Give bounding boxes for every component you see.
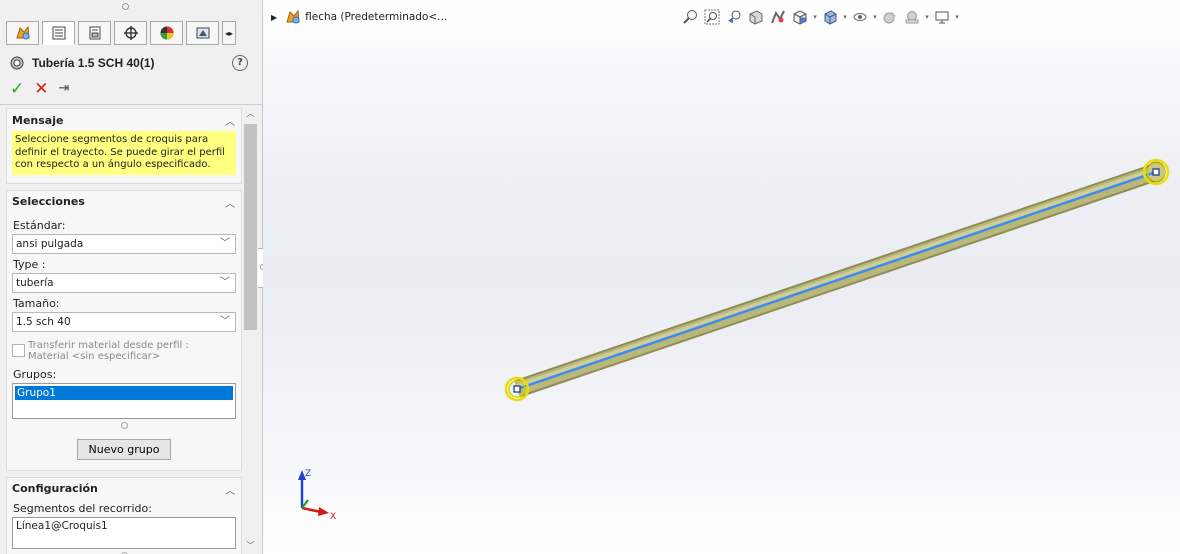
- end-endpoint-marker[interactable]: [1142, 158, 1170, 186]
- collapse-icon[interactable]: ︿: [225, 113, 235, 128]
- start-endpoint-marker[interactable]: [504, 376, 530, 402]
- selecciones-group: Selecciones ︿ Estándar: ansi pulgada ﹀ T…: [6, 189, 242, 471]
- property-manager-actions: ✓ ✕ ⇥: [10, 80, 69, 98]
- scrollbar-thumb[interactable]: [244, 124, 257, 330]
- transfer-material-label: Transferir material desde perfil :: [28, 339, 189, 351]
- property-manager-icon: [52, 26, 65, 40]
- cancel-button[interactable]: ✕: [34, 80, 48, 98]
- configuration-manager-icon: [89, 26, 100, 40]
- path-sketch-line[interactable]: [516, 170, 1157, 391]
- dimxpert-icon: [123, 26, 138, 40]
- pipe-feature-icon: [10, 56, 24, 70]
- resize-handle[interactable]: [120, 421, 128, 429]
- tamano-select[interactable]: 1.5 sch 40 ﹀: [12, 311, 236, 332]
- panel-grip-handle[interactable]: [122, 3, 129, 10]
- selecciones-heading[interactable]: Selecciones: [7, 191, 241, 213]
- property-groups-scroll-area: Mensaje ︿ Seleccione segmentos de croqui…: [6, 108, 242, 554]
- tab-configuration-manager[interactable]: [78, 21, 111, 45]
- cam-icon: [196, 27, 209, 39]
- material-label: Material <sin especificar>: [28, 350, 161, 362]
- estandar-value: ansi pulgada: [16, 237, 84, 250]
- tab-dimxpert[interactable]: [114, 21, 147, 45]
- transfer-material-checkbox-row: Transferir material desde perfil : Mater…: [12, 340, 236, 362]
- segmentos-value: Línea1@Croquis1: [16, 519, 108, 532]
- divider: [0, 104, 262, 105]
- manager-tabs: ◂▸: [6, 21, 236, 47]
- scroll-down-icon[interactable]: ﹀: [243, 540, 258, 554]
- estandar-select[interactable]: ansi pulgada ﹀: [12, 233, 236, 254]
- ok-button[interactable]: ✓: [10, 80, 24, 98]
- feature-manager-icon: [15, 25, 30, 40]
- segmentos-selection-box[interactable]: Línea1@Croquis1: [12, 516, 236, 549]
- configuracion-group: Configuración ︿ Segmentos del recorrido:…: [6, 476, 242, 554]
- x-axis-label: X: [330, 512, 336, 522]
- chevron-down-icon: ﹀: [220, 237, 230, 249]
- mensaje-heading[interactable]: Mensaje: [7, 109, 241, 131]
- page-title: Tubería 1.5 SCH 40(1): [32, 56, 155, 70]
- display-manager-icon: [160, 26, 173, 40]
- mensaje-group: Mensaje ︿ Seleccione segmentos de croqui…: [6, 108, 242, 184]
- collapse-icon[interactable]: ︿: [225, 195, 235, 210]
- type-select[interactable]: tubería ﹀: [12, 272, 236, 293]
- transfer-material-checkbox[interactable]: [12, 343, 25, 357]
- nuevo-grupo-button[interactable]: Nuevo grupo: [77, 438, 171, 460]
- model-scene: [504, 158, 1170, 402]
- tabs-scroll-button[interactable]: ◂▸: [222, 21, 236, 45]
- grupos-list[interactable]: Grupo1: [12, 382, 236, 419]
- scroll-up-icon[interactable]: ︿: [243, 108, 258, 122]
- segmentos-label: Segmentos del recorrido:: [13, 501, 152, 515]
- tab-display-manager[interactable]: [150, 21, 183, 45]
- tab-feature-manager[interactable]: [6, 21, 39, 45]
- graphics-area[interactable]: ▶ flecha (Predeterminado<... ▾ ▾ ▾ ▾ ▾ Z…: [263, 0, 1180, 554]
- configuracion-heading[interactable]: Configuración: [7, 478, 241, 500]
- list-item[interactable]: Grupo1: [15, 385, 233, 400]
- property-manager-header: Tubería 1.5 SCH 40(1) ?: [10, 53, 252, 73]
- reference-triad: Z X: [298, 469, 336, 522]
- type-value: tubería: [16, 276, 54, 289]
- chevron-down-icon: ﹀: [220, 315, 230, 327]
- tamano-label: Tamaño:: [13, 296, 60, 310]
- property-manager-panel: ◂▸ Tubería 1.5 SCH 40(1) ? ✓ ✕ ⇥ Mensaje…: [0, 0, 263, 554]
- help-icon[interactable]: ?: [232, 55, 248, 71]
- grupos-label: Grupos:: [13, 367, 57, 381]
- collapse-icon[interactable]: ︿: [225, 482, 235, 497]
- keep-visible-pin-button[interactable]: ⇥: [59, 80, 70, 98]
- tamano-value: 1.5 sch 40: [16, 315, 71, 328]
- message-text: Seleccione segmentos de croquis para def…: [12, 131, 236, 175]
- chevron-down-icon: ﹀: [220, 276, 230, 288]
- tab-cam[interactable]: [186, 21, 219, 45]
- estandar-label: Estándar:: [13, 218, 66, 232]
- tab-property-manager[interactable]: [42, 21, 75, 45]
- z-axis-label: Z: [305, 469, 311, 479]
- type-label: Type :: [13, 257, 46, 271]
- panel-scrollbar[interactable]: ︿ ﹀: [243, 108, 258, 554]
